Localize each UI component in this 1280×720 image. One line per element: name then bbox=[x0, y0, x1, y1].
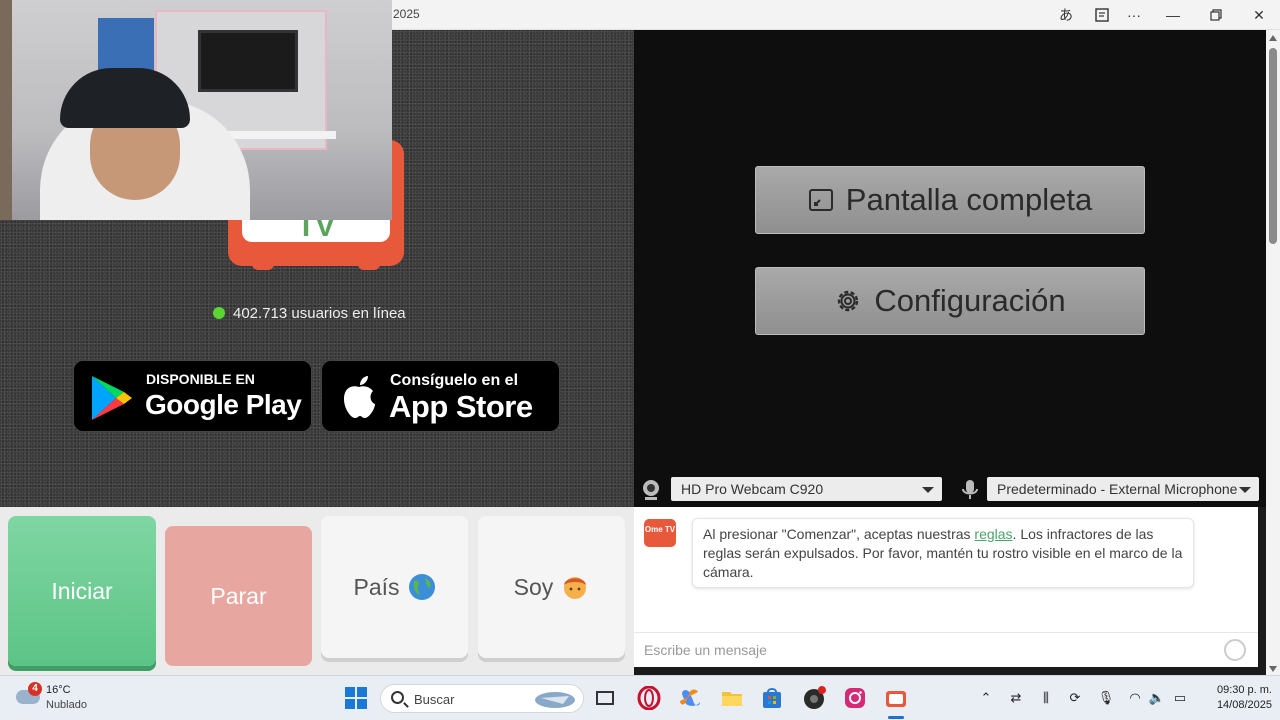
clock-time: 09:30 p. m. bbox=[1216, 684, 1272, 696]
control-panel: Iniciar Parar País Soy bbox=[0, 507, 634, 675]
webcam-overlay bbox=[0, 0, 392, 220]
boy-emoji-icon bbox=[564, 577, 587, 599]
taskbar-search[interactable]: Buscar bbox=[380, 684, 584, 713]
gear-icon bbox=[838, 290, 859, 312]
windows-taskbar: 4 16°C Nublado Buscar ⌃ ⇄ ⫼ ⟳ 🎙 ◠ 🔈 ▭ 09… bbox=[0, 675, 1280, 720]
online-dot-icon bbox=[213, 307, 225, 319]
app-store-badge[interactable]: Consíguelo en el App Store bbox=[321, 360, 560, 432]
start-label: Iniciar bbox=[51, 577, 113, 604]
settings-label: Configuración bbox=[874, 283, 1066, 318]
chevron-up-icon[interactable]: ⌃ bbox=[977, 689, 995, 707]
device-selectors: HD Pro Webcam C920 Predeterminado - Exte… bbox=[634, 475, 1266, 505]
online-counter: 402.713 usuarios en línea bbox=[213, 304, 406, 322]
translate-icon[interactable]: あ bbox=[1055, 5, 1077, 25]
minimize-button[interactable]: — bbox=[1151, 0, 1195, 30]
copilot-icon[interactable] bbox=[678, 686, 702, 710]
stop-label: Parar bbox=[210, 582, 267, 609]
notification-badge: 4 bbox=[28, 682, 42, 696]
active-app-indicator bbox=[888, 716, 904, 719]
window-title: 2025 bbox=[393, 7, 420, 21]
country-button[interactable]: País bbox=[321, 516, 468, 658]
camera-select-value: HD Pro Webcam C920 bbox=[681, 481, 824, 497]
battery-icon[interactable]: ▭ bbox=[1171, 689, 1189, 707]
google-play-icon bbox=[92, 376, 132, 420]
apple-icon bbox=[344, 376, 375, 418]
microphone-icon bbox=[962, 480, 978, 499]
emoji-icon[interactable] bbox=[1224, 639, 1246, 661]
scroll-up-icon[interactable] bbox=[1269, 35, 1277, 41]
instagram-icon[interactable] bbox=[843, 686, 867, 710]
restore-button[interactable] bbox=[1194, 0, 1238, 30]
clock[interactable]: 09:30 p. m. 14/08/2025 bbox=[1196, 683, 1272, 713]
reader-icon[interactable] bbox=[1091, 5, 1113, 25]
sync-icon[interactable]: ⟳ bbox=[1066, 689, 1084, 707]
task-view-icon[interactable] bbox=[593, 686, 617, 710]
online-count-text: 402.713 usuarios en línea bbox=[233, 304, 406, 322]
search-icon bbox=[391, 691, 404, 704]
country-label: País bbox=[353, 573, 400, 600]
scroll-thumb[interactable] bbox=[1269, 48, 1277, 244]
close-button[interactable]: ✕ bbox=[1237, 0, 1280, 30]
weather-desc: Nublado bbox=[46, 699, 87, 711]
gender-label: Soy bbox=[513, 573, 554, 600]
start-button[interactable]: Iniciar bbox=[8, 516, 156, 666]
microsoft-store-icon[interactable] bbox=[760, 686, 784, 710]
app-tray-icon-1[interactable]: ⇄ bbox=[1007, 689, 1025, 707]
clock-date: 14/08/2025 bbox=[1216, 699, 1272, 711]
search-label: Buscar bbox=[414, 692, 455, 707]
message-before: Al presionar "Comenzar", aceptas nuestra… bbox=[703, 526, 975, 542]
volume-icon[interactable]: 🔈 bbox=[1148, 689, 1166, 707]
globe-icon bbox=[408, 574, 435, 600]
fullscreen-button[interactable]: Pantalla completa bbox=[755, 166, 1145, 234]
more-icon[interactable]: ··· bbox=[1123, 5, 1145, 25]
windows-start-icon[interactable] bbox=[344, 686, 368, 710]
rules-link[interactable]: reglas bbox=[974, 526, 1012, 542]
fullscreen-icon bbox=[808, 189, 833, 211]
app-store-small: Consíguelo en el bbox=[390, 372, 519, 389]
settings-button[interactable]: Configuración bbox=[755, 267, 1145, 335]
file-explorer-icon[interactable] bbox=[720, 686, 744, 710]
webcam-icon bbox=[643, 480, 659, 500]
google-play-big: Google Play bbox=[145, 389, 302, 420]
system-message: Al presionar "Comenzar", aceptas nuestra… bbox=[692, 518, 1194, 588]
microphone-tray-icon[interactable]: 🎙 bbox=[1097, 689, 1115, 707]
message-input[interactable]: Escribe un mensaje bbox=[634, 632, 1258, 667]
stop-button[interactable]: Parar bbox=[165, 526, 312, 666]
gender-button[interactable]: Soy bbox=[478, 516, 625, 658]
search-highlight-icon bbox=[535, 692, 575, 708]
app-tray-icon-2[interactable]: ⫼ bbox=[1037, 689, 1055, 707]
wifi-icon[interactable]: ◠ bbox=[1126, 689, 1144, 707]
page-scrollbar[interactable] bbox=[1266, 30, 1280, 675]
chat-panel: Ome TV Al presionar "Comenzar", aceptas … bbox=[634, 507, 1258, 667]
microphone-select-value: Predeterminado - External Microphone bbox=[997, 481, 1238, 497]
ometv-app-icon[interactable] bbox=[884, 686, 908, 710]
google-play-small: DISPONIBLE EN bbox=[146, 371, 255, 387]
weather-widget[interactable]: 4 16°C Nublado bbox=[16, 682, 106, 716]
my-video-area: Pantalla completa Configuración bbox=[634, 30, 1266, 507]
microphone-select[interactable]: Predeterminado - External Microphone bbox=[987, 477, 1259, 501]
fullscreen-label: Pantalla completa bbox=[845, 182, 1093, 217]
obs-icon[interactable] bbox=[802, 686, 826, 710]
google-play-badge[interactable]: DISPONIBLE EN Google Play bbox=[73, 360, 312, 432]
weather-temp: 16°C bbox=[46, 684, 71, 696]
scroll-down-icon[interactable] bbox=[1269, 666, 1277, 672]
camera-select[interactable]: HD Pro Webcam C920 bbox=[671, 477, 942, 501]
ometv-chat-logo: Ome TV bbox=[644, 519, 676, 547]
app-store-big: App Store bbox=[389, 389, 533, 424]
chevron-down-icon bbox=[1239, 487, 1251, 493]
opera-icon[interactable] bbox=[637, 686, 661, 710]
message-input-placeholder: Escribe un mensaje bbox=[644, 642, 767, 658]
chevron-down-icon bbox=[922, 487, 934, 493]
